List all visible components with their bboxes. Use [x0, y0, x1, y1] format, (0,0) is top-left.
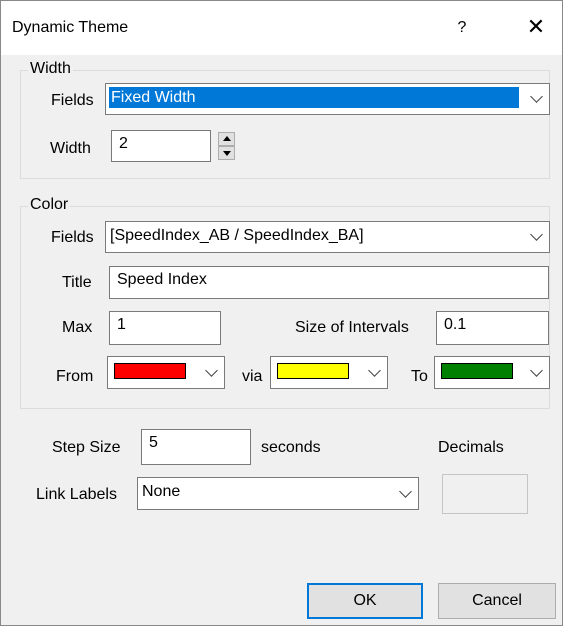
- via-color-select[interactable]: [270, 356, 388, 389]
- cancel-button[interactable]: Cancel: [438, 583, 556, 619]
- from-label: From: [56, 368, 94, 385]
- from-color-swatch: [114, 363, 186, 379]
- chevron-down-icon: [530, 90, 543, 103]
- interval-input[interactable]: 0.1: [436, 311, 549, 345]
- width-group-legend: Width: [28, 60, 73, 78]
- chevron-down-icon: [530, 363, 543, 377]
- link-labels-value: None: [142, 483, 181, 500]
- color-fields-value: [SpeedIndex_AB / SpeedIndex_BA]: [110, 227, 364, 244]
- via-color-swatch: [277, 363, 349, 379]
- step-size-input[interactable]: 5: [141, 429, 251, 465]
- chevron-down-icon: [368, 363, 381, 377]
- window-title: Dynamic Theme: [12, 19, 129, 36]
- to-label: To: [411, 368, 428, 385]
- via-label: via: [242, 368, 263, 385]
- title-label: Title: [62, 274, 92, 291]
- help-button[interactable]: ?: [447, 15, 477, 41]
- step-size-label: Step Size: [52, 439, 121, 456]
- from-color-select[interactable]: [107, 356, 225, 389]
- link-labels-select[interactable]: None: [137, 477, 419, 510]
- title-input[interactable]: Speed Index: [109, 266, 549, 299]
- ok-button[interactable]: OK: [307, 583, 423, 619]
- width-fields-select[interactable]: Fixed Width: [105, 83, 550, 115]
- to-color-select[interactable]: [434, 356, 550, 389]
- decimals-label: Decimals: [438, 439, 504, 456]
- interval-label: Size of Intervals: [295, 319, 409, 336]
- max-input[interactable]: 1: [109, 311, 221, 345]
- width-label: Width: [50, 140, 91, 157]
- chevron-down-icon: [205, 363, 218, 377]
- color-fields-label: Fields: [51, 229, 94, 246]
- title-bar: Dynamic Theme ? ✕: [1, 1, 562, 55]
- max-label: Max: [62, 319, 93, 336]
- width-fields-label: Fields: [51, 92, 94, 109]
- to-color-swatch: [441, 363, 513, 379]
- dynamic-theme-dialog: Dynamic Theme ? ✕ Width Fields Fixed Wid…: [0, 0, 563, 626]
- width-fields-value: Fixed Width: [109, 87, 519, 108]
- width-input[interactable]: 2: [111, 130, 211, 162]
- chevron-down-icon: [530, 228, 543, 241]
- width-spin-up-button[interactable]: [218, 132, 235, 146]
- color-fields-select[interactable]: [SpeedIndex_AB / SpeedIndex_BA]: [105, 221, 550, 253]
- color-group-legend: Color: [28, 196, 71, 214]
- width-spin-down-button[interactable]: [218, 146, 235, 160]
- close-button[interactable]: ✕: [521, 13, 551, 41]
- decimals-input[interactable]: [442, 474, 528, 514]
- chevron-down-icon: [399, 484, 412, 498]
- link-labels-label: Link Labels: [36, 486, 117, 503]
- step-size-unit: seconds: [261, 439, 321, 456]
